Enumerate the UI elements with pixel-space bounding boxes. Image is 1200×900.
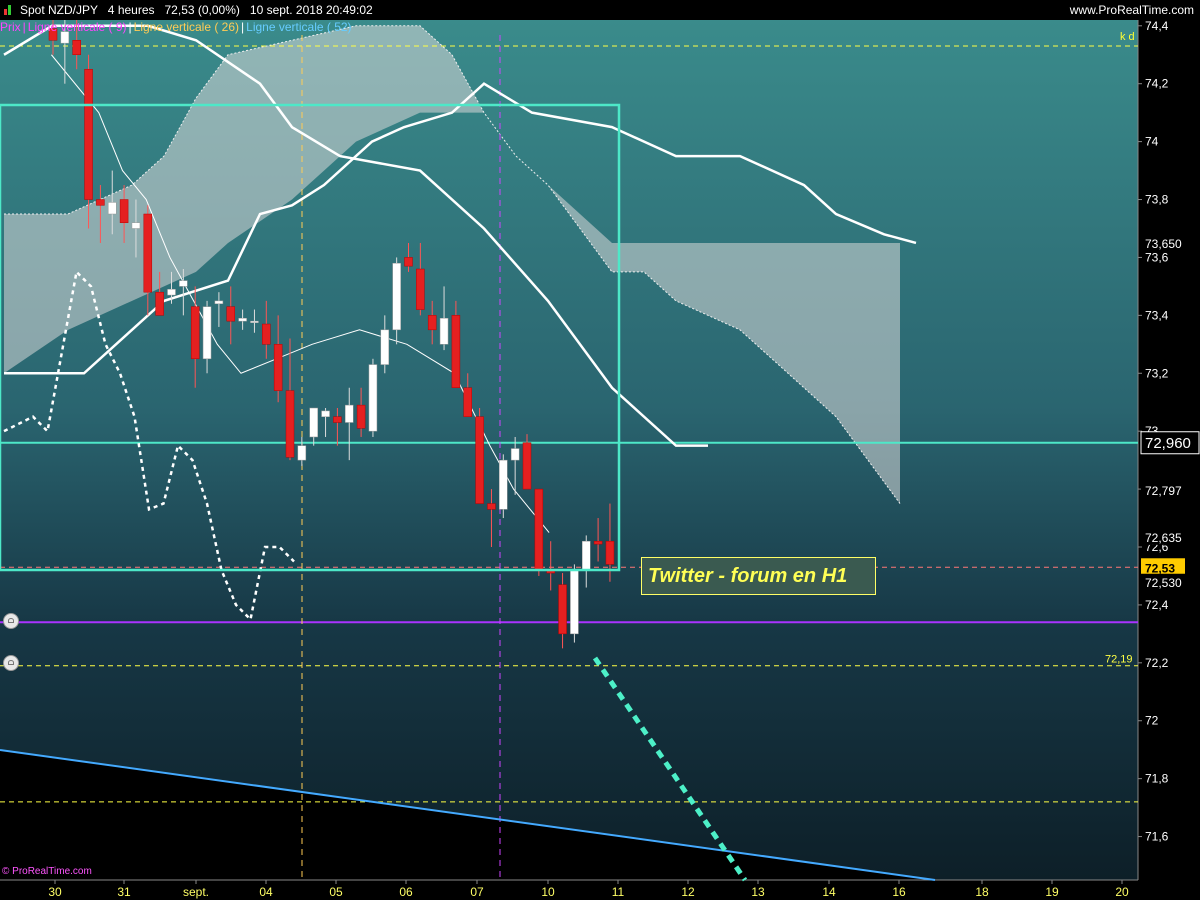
price-label: 72,960	[1145, 435, 1191, 452]
legend-item-price[interactable]: Prix	[0, 20, 21, 34]
x-tick-label: 30	[48, 885, 62, 899]
candle-body[interactable]	[427, 315, 437, 331]
level-label: 72,19	[1105, 654, 1133, 666]
y-tick-label: 73,4	[1145, 308, 1169, 322]
candle-body[interactable]	[368, 364, 378, 432]
candle-body[interactable]	[499, 459, 508, 510]
candle-body[interactable]	[202, 306, 212, 360]
x-tick-label: 11	[612, 885, 625, 899]
candle-body[interactable]	[404, 257, 413, 267]
candle-body[interactable]	[392, 262, 401, 331]
price-label: 72,53	[1145, 561, 1175, 575]
candle-body[interactable]	[345, 404, 354, 423]
price-label: 72,797	[1145, 484, 1182, 498]
chart-canvas[interactable]: 72,19 74,474,27473,873,673,473,27372,872…	[0, 0, 1200, 900]
candle-body[interactable]	[214, 300, 224, 305]
candle-body[interactable]	[416, 268, 425, 310]
candle-body[interactable]	[605, 540, 615, 565]
candle-body[interactable]	[475, 416, 484, 504]
alert-bell-icon[interactable]	[3, 655, 19, 671]
candle-body[interactable]	[285, 390, 295, 458]
y-tick-label: 71,8	[1145, 772, 1169, 786]
candle-body[interactable]	[131, 222, 141, 229]
candle-body[interactable]	[143, 213, 153, 293]
x-tick-label: 12	[681, 885, 695, 899]
y-tick-label: 74,2	[1145, 77, 1169, 91]
candle-body[interactable]	[72, 40, 81, 55]
chart-title: Spot NZD/JPY 4 heures 72,53 (0,00%) 10 s…	[20, 3, 373, 17]
site-url[interactable]: www.ProRealTime.com	[1070, 0, 1194, 20]
x-tick-label: 07	[470, 885, 484, 899]
copyright: © ProRealTime.com	[2, 866, 92, 877]
price-label: 72,530	[1145, 576, 1182, 590]
candle-body[interactable]	[108, 202, 117, 215]
candle-body[interactable]	[439, 317, 449, 345]
legend-item-vline-9[interactable]: Ligne verticale ( 9)	[28, 20, 127, 34]
legend-item-vline-52[interactable]: Ligne verticale ( 52)	[246, 20, 351, 34]
x-tick-label: 18	[975, 885, 989, 899]
kd-label: k d	[1120, 31, 1135, 43]
y-tick-label: 73,8	[1145, 193, 1169, 207]
candle-body[interactable]	[84, 68, 93, 200]
x-tick-label: 31	[117, 885, 131, 899]
price-label: 72,635	[1145, 531, 1182, 545]
candle-body[interactable]	[534, 488, 544, 571]
candle-body[interactable]	[356, 404, 366, 429]
x-tick-label: 05	[329, 885, 343, 899]
x-tick-label: 16	[892, 885, 906, 899]
candle-body[interactable]	[309, 407, 318, 438]
chart-window: 72,19 74,474,27473,873,673,473,27372,872…	[0, 0, 1200, 900]
x-tick-label: 04	[259, 885, 273, 899]
price-label: 73,650	[1145, 237, 1182, 251]
x-tick-label: 10	[541, 885, 555, 899]
candle-body[interactable]	[451, 315, 461, 388]
y-tick-label: 71,6	[1145, 830, 1169, 844]
candle-body[interactable]	[119, 199, 129, 223]
twitter-annotation[interactable]: Twitter - forum en H1	[641, 557, 876, 595]
y-tick-label: 74,4	[1145, 19, 1169, 33]
y-tick-label: 73,2	[1145, 366, 1169, 380]
candle-body[interactable]	[510, 448, 520, 461]
candle-body[interactable]	[179, 280, 188, 287]
legend-item-vline-26[interactable]: Ligne verticale ( 26)	[134, 20, 239, 34]
candle-body[interactable]	[558, 584, 567, 635]
y-tick-label: 72,4	[1145, 598, 1169, 612]
candle-body[interactable]	[522, 442, 532, 490]
x-tick-label: 20	[1115, 885, 1129, 899]
x-tick-label: 13	[751, 885, 765, 899]
x-tick-label: 19	[1045, 885, 1059, 899]
candle-body[interactable]	[582, 540, 591, 571]
alert-bell-icon[interactable]	[3, 613, 19, 629]
y-tick-label: 72,2	[1145, 656, 1169, 670]
y-tick-label: 72	[1145, 714, 1159, 728]
x-tick-label: 06	[399, 885, 413, 899]
candle-body[interactable]	[380, 329, 390, 365]
candle-body[interactable]	[190, 306, 200, 360]
candle-body[interactable]	[487, 503, 496, 510]
candle-body[interactable]	[570, 569, 579, 635]
x-tick-label: sept.	[183, 885, 209, 899]
candle-body[interactable]	[167, 289, 176, 296]
y-tick-label: 73,6	[1145, 250, 1169, 264]
candle-body[interactable]	[96, 199, 105, 206]
candle-body[interactable]	[250, 320, 259, 323]
candle-body[interactable]	[238, 317, 247, 322]
candle-body[interactable]	[155, 291, 164, 316]
candle-body[interactable]	[321, 410, 330, 417]
y-tick-label: 74	[1145, 135, 1159, 149]
title-bar: Spot NZD/JPY 4 heures 72,53 (0,00%) 10 s…	[0, 0, 1200, 20]
candle-body[interactable]	[333, 416, 342, 423]
legend: Prix | Ligne verticale ( 9) | Ligne vertical…	[0, 20, 352, 34]
candle-body[interactable]	[226, 306, 235, 322]
candle-body[interactable]	[463, 387, 472, 417]
x-tick-label: 14	[822, 885, 836, 899]
prorealtime-logo-icon	[4, 5, 14, 15]
candle-body[interactable]	[593, 540, 603, 545]
candle-body[interactable]	[262, 323, 271, 345]
x-axis-panel	[0, 880, 1200, 900]
candle-body[interactable]	[297, 445, 307, 461]
candle-body[interactable]	[273, 344, 283, 391]
